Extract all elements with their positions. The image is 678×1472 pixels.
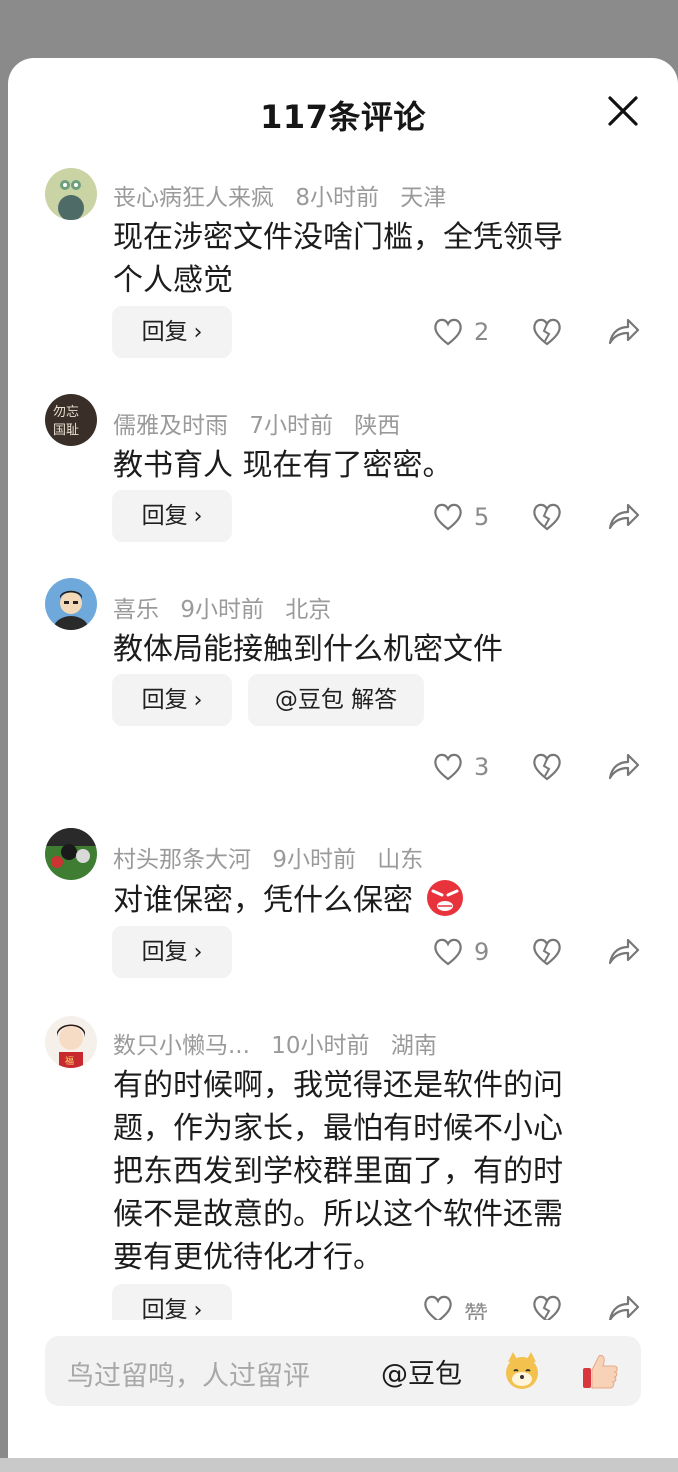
reply-button[interactable]: 回复 › — [112, 674, 232, 726]
comment-line: 候不是故意的。所以这个软件还需 — [113, 1197, 563, 1232]
reply-label: 回复 — [141, 503, 188, 529]
like-icon[interactable] — [432, 937, 464, 967]
comment-line: 要有更优待化才行。 — [113, 1240, 383, 1275]
reply-label: 回复 — [141, 687, 188, 713]
username[interactable]: 丧心病狂人来疯 — [113, 185, 274, 211]
chevron-right-icon: › — [193, 504, 203, 529]
like-icon[interactable] — [432, 317, 464, 347]
thumbs-up-icon[interactable] — [579, 1350, 621, 1392]
timestamp: 9小时前 — [272, 847, 356, 873]
svg-text:国耻: 国耻 — [53, 423, 79, 438]
comment-text: 对谁保密，凭什么保密 — [113, 878, 623, 922]
like-icon[interactable] — [432, 752, 464, 782]
comment-line: 把东西发到学校群里面了，有的时 — [113, 1154, 563, 1189]
comment-meta: 丧心病狂人来疯 8小时前 天津 — [113, 178, 460, 212]
avatar[interactable] — [45, 578, 97, 630]
comment-meta: 喜乐 9小时前 北京 — [113, 590, 345, 624]
comment-input-placeholder: 鸟过留鸣，人过留评 — [67, 1361, 310, 1392]
girl-cartoon-avatar-icon: 福 — [45, 1016, 97, 1068]
at-doubao-button[interactable]: @豆包 — [381, 1352, 462, 1391]
reply-button[interactable]: 回复 › — [112, 1284, 232, 1320]
avatar[interactable] — [45, 828, 97, 880]
location: 天津 — [400, 185, 447, 211]
share-icon[interactable] — [608, 752, 640, 782]
comment-meta: 儒雅及时雨 7小时前 陕西 — [113, 406, 414, 440]
reply-label: 回复 — [141, 319, 188, 345]
reply-button[interactable]: 回复 › — [112, 306, 232, 358]
chevron-right-icon: › — [193, 688, 203, 713]
comment-meta: 数只小懒马... 10小时前 湖南 — [113, 1026, 451, 1060]
angry-face-emoji — [426, 880, 463, 916]
reply-button[interactable]: 回复 › — [112, 926, 232, 978]
timestamp: 8小时前 — [295, 185, 379, 211]
svg-text:勿忘: 勿忘 — [53, 405, 79, 420]
avatar[interactable] — [45, 168, 97, 220]
username[interactable]: 数只小懒马... — [113, 1033, 250, 1059]
comment-line: 有的时候啊，我觉得还是软件的问 — [113, 1068, 563, 1103]
location: 山东 — [377, 847, 424, 873]
like-icon[interactable] — [422, 1294, 454, 1320]
svg-text:福: 福 — [65, 1055, 74, 1067]
chevron-right-icon: › — [193, 1298, 203, 1320]
timestamp: 7小时前 — [249, 413, 333, 439]
calligraphy-avatar-icon: 勿忘 国耻 — [45, 394, 97, 446]
share-icon[interactable] — [608, 317, 640, 347]
comment-meta: 村头那条大河 9小时前 山东 — [113, 840, 437, 874]
comment-text: 教书育人 现在有了密密。 — [113, 444, 623, 487]
bottom-strip — [0, 1458, 678, 1472]
dislike-icon[interactable] — [531, 937, 563, 967]
username[interactable]: 喜乐 — [113, 597, 159, 623]
dislike-icon[interactable] — [531, 1294, 563, 1320]
ask-doubao-label: @豆包 解答 — [274, 687, 398, 713]
ask-doubao-button[interactable]: @豆包 解答 — [248, 674, 424, 726]
comment-text: 有的时候啊，我觉得还是软件的问 题，作为家长，最怕有时候不小心 把东西发到学校群… — [113, 1064, 623, 1279]
like-count: 2 — [474, 318, 490, 346]
comment-line: 现在涉密文件没啥门槛，全凭领导 — [113, 220, 563, 255]
comment-text: 教体局能接触到什么机密文件 — [113, 628, 623, 671]
comments-sheet: 117条评论 丧心病狂人来疯 8小时前 天津 现在涉密文件没啥门槛，全凭领导 个… — [8, 58, 678, 1458]
timestamp: 10小时前 — [271, 1033, 370, 1059]
comment-line: 题，作为家长，最怕有时候不小心 — [113, 1111, 563, 1146]
reply-label: 回复 — [141, 939, 188, 965]
reply-button[interactable]: 回复 › — [112, 490, 232, 542]
cactus-avatar-icon — [45, 168, 97, 220]
avatar[interactable]: 勿忘 国耻 — [45, 394, 97, 446]
comment-text: 现在涉密文件没啥门槛，全凭领导 个人感觉 — [113, 216, 623, 302]
dimmed-background — [0, 0, 678, 60]
cartoon-man-avatar-icon — [45, 578, 97, 630]
timestamp: 9小时前 — [180, 597, 264, 623]
reply-label: 回复 — [141, 1297, 188, 1320]
share-icon[interactable] — [608, 502, 640, 532]
location: 湖南 — [390, 1033, 437, 1059]
comment-line: 教体局能接触到什么机密文件 — [113, 632, 503, 667]
comment-list[interactable]: 丧心病狂人来疯 8小时前 天津 现在涉密文件没啥门槛，全凭领导 个人感觉 回复 ›… — [8, 58, 678, 1320]
username[interactable]: 儒雅及时雨 — [113, 413, 228, 439]
share-icon[interactable] — [608, 937, 640, 967]
billiards-avatar-icon — [45, 828, 97, 880]
dislike-icon[interactable] — [531, 317, 563, 347]
comment-line: 对谁保密，凭什么保密 — [113, 883, 413, 918]
like-count: 赞 — [464, 1301, 488, 1320]
like-count: 5 — [474, 503, 490, 531]
dislike-icon[interactable] — [531, 752, 563, 782]
avatar[interactable]: 福 — [45, 1016, 97, 1068]
comment-line: 教书育人 现在有了密密。 — [113, 448, 453, 483]
location: 陕西 — [354, 413, 401, 439]
comment-line: 个人感觉 — [113, 263, 233, 298]
chevron-right-icon: › — [193, 940, 203, 965]
shiba-emoji-icon[interactable] — [501, 1350, 543, 1392]
like-icon[interactable] — [432, 502, 464, 532]
like-count: 3 — [474, 753, 490, 781]
location: 北京 — [285, 597, 332, 623]
dislike-icon[interactable] — [531, 502, 563, 532]
username[interactable]: 村头那条大河 — [113, 847, 251, 873]
comment-input[interactable]: 鸟过留鸣，人过留评 @豆包 — [45, 1336, 641, 1406]
chevron-right-icon: › — [193, 320, 203, 345]
share-icon[interactable] — [608, 1294, 640, 1320]
like-count: 9 — [474, 938, 490, 966]
